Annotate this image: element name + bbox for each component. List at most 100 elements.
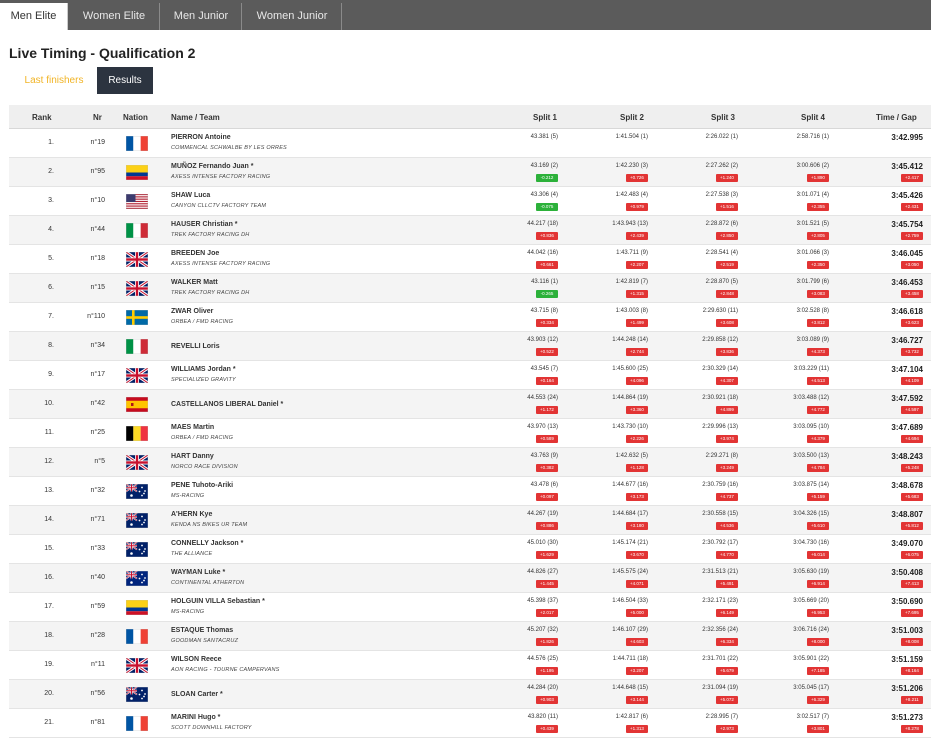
table-row[interactable]: 14. n°71 A'HERN Kye KENDA NS BIKES UR TEAM 4…: [9, 506, 931, 535]
final-gap-badge: +4.109: [901, 377, 923, 385]
table-row[interactable]: 15. n°33 CONNELLY Jackson * THE ALLIANCE 45.…: [9, 535, 931, 564]
final-time: 3:46.453: [891, 278, 923, 287]
split-2-time: 1:45.600 (25): [612, 366, 648, 372]
tab-men-elite[interactable]: Men Elite: [0, 3, 68, 30]
split-4-gap-badge: +4.379: [807, 435, 829, 443]
table-row[interactable]: 13. n°32 PENE Tuhoto-Ariki MS-RACING 43.478 …: [9, 477, 931, 506]
final-gap-badge: +8.278: [901, 725, 923, 733]
table-row[interactable]: 12. n°5 HART Danny NORCO RACE DIVISION 43.76…: [9, 448, 931, 477]
rider-team: KENDA NS BIKES UR TEAM: [171, 522, 248, 528]
tab-women-junior[interactable]: Women Junior: [243, 3, 342, 30]
final-gap-badge: +3.623: [901, 319, 923, 327]
split-2-cell: 1:42.819 (7) +1.315: [558, 274, 648, 303]
split-4-cell: 3:03.488 (12) +4.772: [739, 390, 829, 419]
split-4-gap-badge: +6.014: [807, 551, 829, 559]
last-finishers-button[interactable]: Last finishers: [12, 67, 96, 94]
table-row[interactable]: 19. n°11 WILSON Reece AON RACING - TOURNE C…: [9, 651, 931, 680]
final-gap-badge: +6.075: [901, 551, 923, 559]
header-nation: Nation: [123, 113, 148, 122]
split-3-gap-badge: +4.899: [716, 406, 738, 414]
sweden-flag-icon: [125, 309, 149, 326]
rider-name: WAYMAN Luke *: [171, 569, 226, 576]
bib-number: n°15: [90, 284, 105, 291]
split-4-cell: 3:00.606 (2) +1.890: [739, 158, 829, 187]
header-rank: Rank: [32, 113, 52, 122]
table-row[interactable]: 1. n°19 PIERRON Antoine COMMENCAL SCHWALBE …: [9, 129, 931, 158]
final-gap-badge: +5.812: [901, 522, 923, 530]
table-row[interactable]: 18. n°28 ESTAQUE Thomas GOODMAN SANTACRUZ 45…: [9, 622, 931, 651]
rider-name: A'HERN Kye: [171, 511, 213, 518]
tab-men-junior[interactable]: Men Junior: [161, 3, 242, 30]
split-4-time: 3:03.229 (11): [793, 366, 829, 372]
rider-name: PENE Tuhoto-Ariki: [171, 482, 234, 489]
split-4-gap-badge: +6.914: [807, 580, 829, 588]
table-row[interactable]: 6. n°15 WALKER Matt TREK FACTORY RACING DH 4…: [9, 274, 931, 303]
split-2-cell: 1:42.817 (6) +1.313: [558, 709, 648, 738]
split-4-cell: 3:03.229 (11) +4.513: [739, 361, 829, 390]
split-3-cell: 2:28.995 (7) +2.973: [648, 709, 738, 738]
rider-name: ESTAQUE Thomas: [171, 627, 234, 634]
split-1-cell: 44.284 (20) +0.903: [468, 680, 558, 709]
split-4-time: 3:00.606 (2): [796, 163, 829, 169]
split-3-cell: 2:31.513 (21) +5.491: [648, 564, 738, 593]
table-row[interactable]: 11. n°25 MAES Martin ORBEA / FMD RACING 43.9…: [9, 419, 931, 448]
split-3-gap-badge: +3.974: [716, 435, 738, 443]
split-2-cell: 1:44.864 (19) +3.360: [558, 390, 648, 419]
final-time-cell: 3:47.104 +4.109: [833, 361, 923, 390]
split-1-time: 43.169 (2): [530, 163, 558, 169]
split-1-time: 43.545 (7): [530, 366, 558, 372]
bib-number: n°34: [90, 342, 105, 349]
table-row[interactable]: 9. n°17 WILLIAMS Jordan * SPECIALIZED GRAVI…: [9, 361, 931, 390]
rank: 5.: [48, 255, 54, 262]
bib-number: n°42: [90, 400, 105, 407]
final-gap-badge: +3.050: [901, 261, 923, 269]
usa-flag-icon: [125, 193, 149, 210]
table-row[interactable]: 10. n°42 CASTELLANOS LIBERAL Daniel * 44.55…: [9, 390, 931, 419]
table-row[interactable]: 17. n°59 HOLGUIN VILLA Sebastian * MS-RACIN…: [9, 593, 931, 622]
split-2-gap-badge: +3.360: [626, 406, 648, 414]
tab-women-elite[interactable]: Women Elite: [69, 3, 160, 30]
split-4-gap-badge: +4.513: [807, 377, 829, 385]
split-1-cell: 44.042 (16) +0.661: [468, 245, 558, 274]
split-1-time: 45.010 (30): [527, 540, 558, 546]
final-time: 3:50.408: [891, 568, 923, 577]
split-4-time: 3:03.500 (13): [793, 453, 829, 459]
colombia-flag-icon: [125, 599, 149, 616]
split-2-time: 1:44.684 (17): [612, 511, 648, 517]
split-1-gap-badge: +1.195: [536, 667, 558, 675]
bib-number: n°17: [90, 371, 105, 378]
uk-flag-icon: [125, 250, 149, 269]
split-4-time: 3:03.875 (14): [793, 482, 829, 488]
final-time: 3:48.678: [891, 481, 923, 490]
table-row[interactable]: 2. n°95 MUÑOZ Fernando Juan * AXESS INTENSE…: [9, 158, 931, 187]
table-row[interactable]: 20. n°56 SLOAN Carter * 44.284 (20) +0.903 1:…: [9, 680, 931, 709]
table-row[interactable]: 7. n°110 ZWAR Oliver ORBEA / FMD RACING 43.7…: [9, 303, 931, 332]
header-split-3: Split 3: [711, 113, 736, 122]
table-row[interactable]: 16. n°40 WAYMAN Luke * CONTINENTAL ATHERTON…: [9, 564, 931, 593]
split-4-time: 3:03.488 (12): [793, 395, 829, 401]
split-4-gap-badge: +2.805: [807, 232, 829, 240]
split-1-gap-badge: +0.903: [536, 696, 558, 704]
table-row[interactable]: 3. n°10 SHAW Luca CANYON CLLCTV FACTORY TEA…: [9, 187, 931, 216]
split-2-cell: 1:42.632 (5) +1.128: [558, 448, 648, 477]
split-4-cell: 3:03.500 (13) +4.784: [739, 448, 829, 477]
rider-name: PIERRON Antoine: [171, 134, 231, 141]
table-row[interactable]: 8. n°34 REVELLI Loris 43.903 (12) +0.522 1:44…: [9, 332, 931, 361]
results-button[interactable]: Results: [97, 67, 153, 94]
split-1-gap-badge: +1.826: [536, 638, 558, 646]
split-2-time: 1:46.504 (33): [612, 598, 648, 604]
split-2-cell: 1:46.504 (33) +5.000: [558, 593, 648, 622]
table-row[interactable]: 21. n°81 MARINI Hugo * SCOTT DOWNHILL FACTO…: [9, 709, 931, 738]
split-1-gap-badge: +0.589: [536, 435, 558, 443]
split-3-cell: 2:28.872 (6) +2.850: [648, 216, 738, 245]
split-3-gap-badge: +3.249: [716, 464, 738, 472]
rider-team: MS-RACING: [171, 609, 205, 615]
split-1-gap-badge: +0.164: [536, 377, 558, 385]
table-row[interactable]: 5. n°18 BREEDEN Joe AXESS INTENSE FACTORY R…: [9, 245, 931, 274]
split-3-cell: 2:31.701 (22) +5.679: [648, 651, 738, 680]
header-split-1: Split 1: [533, 113, 558, 122]
split-4-cell: 3:05.630 (19) +6.914: [739, 564, 829, 593]
split-1-time: 43.478 (6): [530, 482, 558, 488]
split-4-gap-badge: +1.890: [807, 174, 829, 182]
table-row[interactable]: 4. n°44 HAUSER Christian * TREK FACTORY RAC…: [9, 216, 931, 245]
